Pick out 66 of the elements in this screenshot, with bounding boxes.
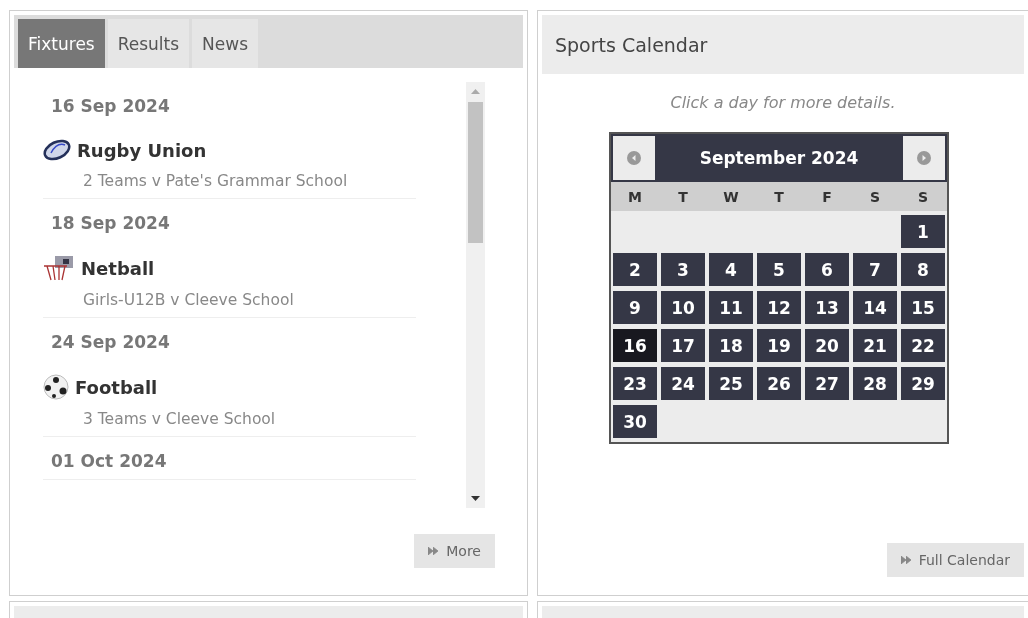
double-arrow-icon (900, 556, 913, 564)
calendar-day[interactable]: 25 (709, 367, 753, 400)
calendar-month: September 2024 (698, 147, 860, 170)
tab[interactable]: Fixtures (18, 19, 105, 68)
calendar-day[interactable]: 9 (613, 291, 657, 324)
weekday-label: S (868, 188, 882, 205)
weekday-label: S (916, 188, 930, 205)
calendar-day[interactable]: 7 (853, 253, 897, 286)
fixture-date: 16 Sep 2024 (51, 96, 171, 116)
calendar-day[interactable]: 30 (613, 405, 657, 438)
weekday-label: M (627, 188, 643, 205)
weekday-label: T (773, 188, 785, 205)
calendar-day[interactable]: 2 (613, 253, 657, 286)
fixture-date: 01 Oct 2024 (51, 451, 168, 471)
football-icon (43, 374, 69, 400)
previous-month-button[interactable] (613, 136, 655, 180)
fixture-detail: Girls-U12B v Cleeve School (83, 291, 295, 309)
sport-name: Rugby Union (77, 139, 207, 161)
calendar-day[interactable]: 12 (757, 291, 801, 324)
calendar-day[interactable]: 17 (661, 329, 705, 362)
calendar-day[interactable]: 28 (853, 367, 897, 400)
calendar-day[interactable]: 21 (853, 329, 897, 362)
scrollbar[interactable] (466, 82, 485, 508)
calendar-day[interactable]: 14 (853, 291, 897, 324)
calendar-day[interactable]: 19 (757, 329, 801, 362)
calendar-day[interactable]: 4 (709, 253, 753, 286)
calendar-day[interactable]: 15 (901, 291, 945, 324)
netball-hoop-icon (43, 255, 75, 281)
calendar-day[interactable]: 22 (901, 329, 945, 362)
weekday-label: T (677, 188, 689, 205)
weekday-label: W (722, 188, 740, 205)
weekday-label: F (821, 188, 833, 205)
calendar-day[interactable]: 23 (613, 367, 657, 400)
calendar-day[interactable]: 27 (805, 367, 849, 400)
sport-name: Football (75, 376, 158, 398)
fixture-date: 18 Sep 2024 (51, 213, 171, 233)
more-button[interactable]: More (414, 534, 495, 568)
fixture-detail: 2 Teams v Pate's Grammar School (83, 172, 349, 190)
calendar-day[interactable]: 6 (805, 253, 849, 286)
scroll-thumb[interactable] (468, 102, 483, 243)
next-month-button[interactable] (903, 136, 945, 180)
rugby-ball-icon (43, 138, 71, 162)
double-arrow-icon (428, 547, 441, 555)
calendar-day[interactable]: 11 (709, 291, 753, 324)
scroll-down-icon[interactable] (471, 496, 480, 501)
calendar-day[interactable]: 13 (805, 291, 849, 324)
fixture-detail: 3 Teams v Cleeve School (83, 410, 277, 428)
calendar-day[interactable]: 16 (613, 329, 657, 362)
calendar-day[interactable]: 29 (901, 367, 945, 400)
scroll-up-icon[interactable] (471, 89, 480, 94)
calendar-day[interactable]: 24 (661, 367, 705, 400)
calendar-day[interactable]: 1 (901, 215, 945, 248)
fixture-date: 24 Sep 2024 (51, 332, 171, 352)
calendar-day[interactable]: 20 (805, 329, 849, 362)
full-calendar-button[interactable]: Full Calendar (886, 543, 1024, 577)
tab[interactable]: News (192, 19, 259, 68)
calendar-day[interactable]: 10 (661, 291, 705, 324)
calendar-day[interactable]: 5 (757, 253, 801, 286)
panel-title: Sports Calendar (542, 15, 1024, 74)
tab[interactable]: Results (107, 19, 190, 68)
sport-name: Netball (81, 257, 155, 279)
calendar-day[interactable]: 26 (757, 367, 801, 400)
calendar-day[interactable]: 18 (709, 329, 753, 362)
calendar-hint: Click a day for more details. (669, 93, 897, 112)
calendar-day[interactable]: 8 (901, 253, 945, 286)
calendar-day[interactable]: 3 (661, 253, 705, 286)
